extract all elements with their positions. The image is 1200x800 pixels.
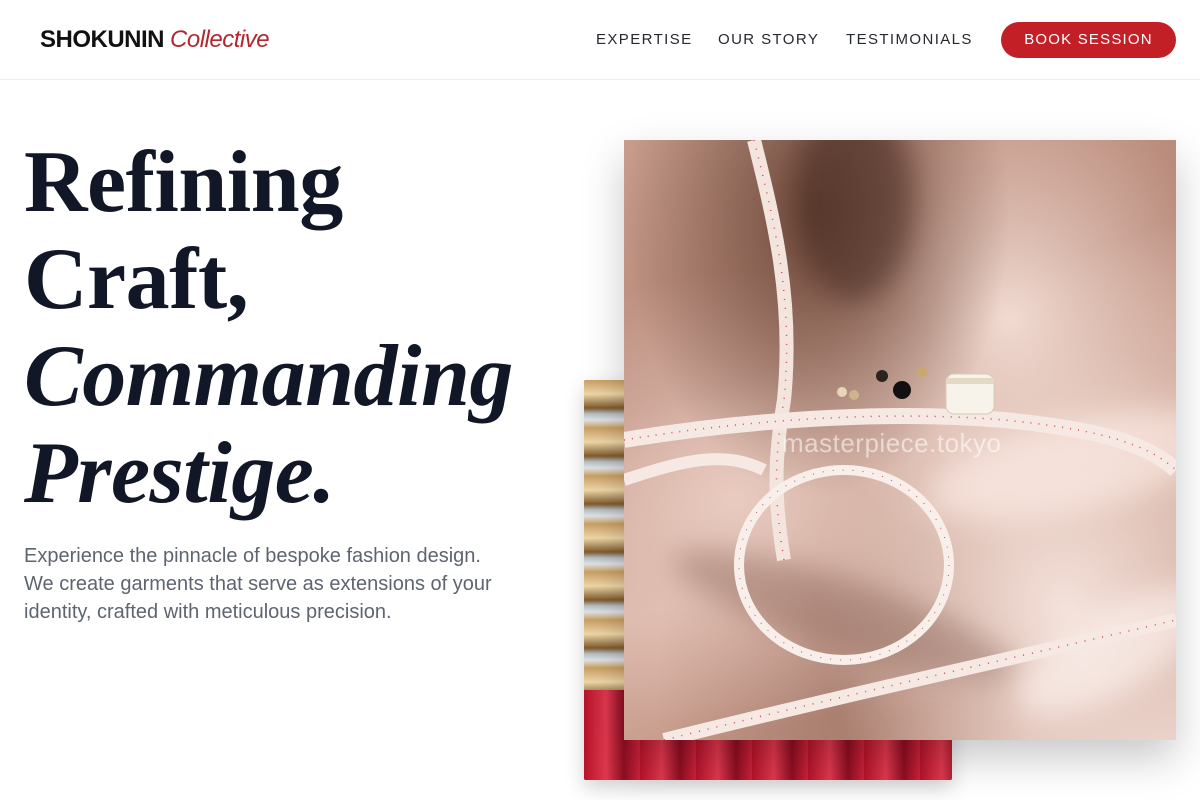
- image-watermark: masterpiece.tokyo: [782, 428, 1002, 458]
- nav-link-expertise[interactable]: EXPERTISE: [596, 31, 693, 49]
- nav-link-testimonials[interactable]: TESTIMONIALS: [846, 31, 973, 49]
- hero-description: Experience the pinnacle of bespoke fashi…: [24, 545, 492, 623]
- main-nav: EXPERTISE OUR STORY TESTIMONIALS BOOK SE…: [0, 0, 1200, 80]
- thread-bobbin: [945, 373, 995, 415]
- fabric-measuring-tape-image: masterpiece.tokyo: [624, 140, 1176, 740]
- hero-title-line-2: Craft,: [24, 231, 249, 328]
- hero-title-line-1: Refining: [24, 134, 343, 231]
- hero-title-line-4: Prestige.: [24, 425, 335, 522]
- book-session-button[interactable]: BOOK SESSION: [1001, 22, 1176, 58]
- hero-title-line-3: Commanding: [24, 328, 513, 425]
- hero-title: Refining Craft, Commanding Prestige.: [24, 134, 564, 522]
- spool-column: [584, 380, 624, 690]
- bead-cluster: [837, 367, 927, 400]
- nav-link-our-story[interactable]: OUR STORY: [718, 31, 819, 49]
- site-header: SHOKUNIN Collective EXPERTISE OUR STORY T…: [0, 0, 1200, 80]
